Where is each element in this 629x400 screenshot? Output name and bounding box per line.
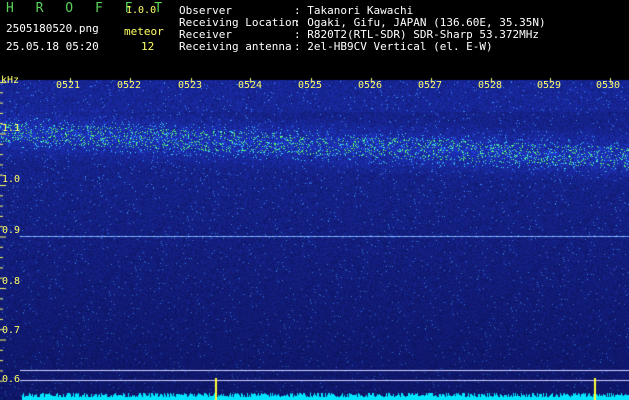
time-tick-label: 0523: [178, 80, 203, 91]
time-tick-label: 0527: [418, 80, 443, 91]
time-tick-label: 0524: [238, 80, 263, 91]
frequency-tick-label: 0.9: [2, 225, 21, 236]
time-tick-label: 0522: [117, 80, 142, 91]
time-tick-label: 0526: [358, 80, 383, 91]
frequency-tick-label: 0.7: [2, 325, 21, 336]
spectrogram-canvas: [0, 62, 629, 400]
time-tick-label: 0530: [596, 80, 621, 91]
app-version: 1.0.0: [126, 5, 157, 16]
frequency-tick-label: 1.1: [2, 123, 21, 134]
time-tick-label: 0525: [298, 80, 323, 91]
time-tick-label: 0521: [56, 80, 81, 91]
frequency-tick-label: 0.6: [2, 374, 21, 385]
antenna-label: Receiving antenna: [179, 40, 292, 53]
header-panel: H R O F F T 1.0.0 2505180520.png meteor …: [0, 0, 629, 62]
frequency-tick-label: 1.0: [2, 174, 21, 185]
frequency-tick-label: 0.8: [2, 276, 21, 287]
meteor-label: meteor: [124, 25, 164, 38]
time-tick-label: 0529: [537, 80, 562, 91]
file-name: 2505180520.png: [6, 22, 99, 35]
antenna-value: : 2el-HB9CV Vertical (el. E-W): [294, 40, 493, 53]
time-tick-label: 0528: [478, 80, 503, 91]
frequency-unit-label: kHz: [1, 75, 20, 86]
meteor-count: 12: [141, 40, 155, 53]
date-time: 25.05.18 05:20: [6, 40, 99, 53]
